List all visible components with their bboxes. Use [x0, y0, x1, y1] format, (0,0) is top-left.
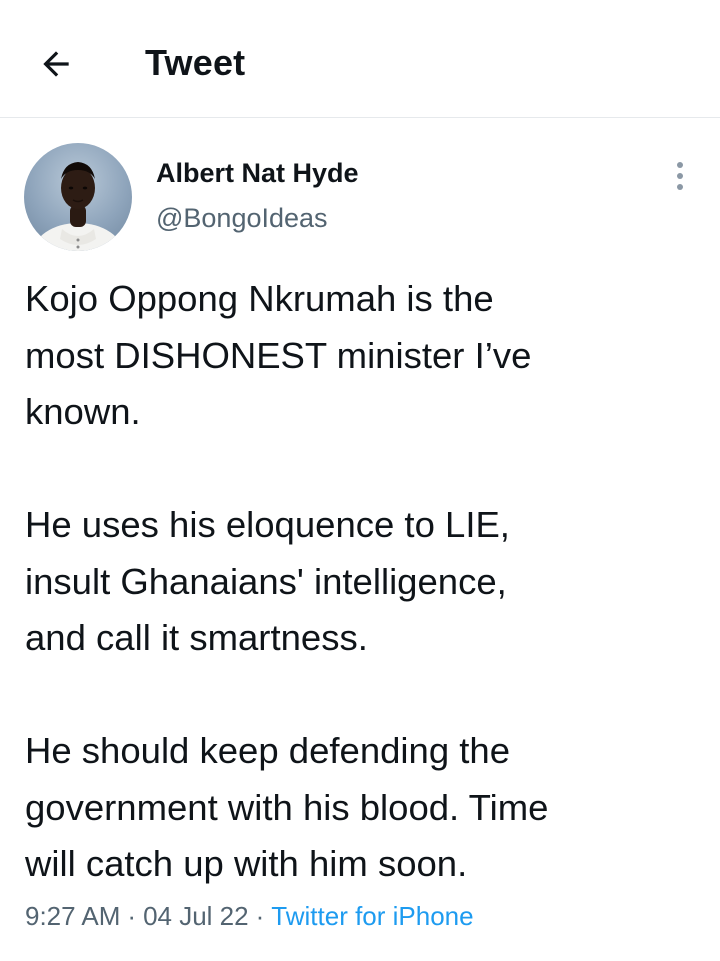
- tweet-date[interactable]: 04 Jul 22: [143, 901, 249, 931]
- page-title: Tweet: [145, 42, 246, 83]
- author-handle[interactable]: @BongoIdeas: [156, 203, 328, 234]
- top-app-bar: Tweet: [0, 0, 720, 118]
- more-options-button[interactable]: [664, 158, 696, 194]
- meta-separator: ·: [127, 901, 137, 931]
- vertical-ellipsis-icon: [677, 184, 683, 190]
- tweet-body: Kojo Oppong Nkrumah is the most DISHONES…: [25, 271, 695, 893]
- tweet-paragraph: He should keep defending the government …: [25, 730, 549, 884]
- tweet-source-link[interactable]: Twitter for iPhone: [271, 901, 473, 931]
- avatar[interactable]: [24, 143, 132, 251]
- vertical-ellipsis-icon: [677, 162, 683, 168]
- meta-separator: ·: [255, 901, 265, 931]
- back-button[interactable]: [28, 36, 84, 92]
- tweet-paragraph: He uses his eloquence to LIE, insult Gha…: [25, 504, 510, 658]
- author-display-name[interactable]: Albert Nat Hyde: [156, 158, 359, 189]
- tweet-metadata: 9:27 AM · 04 Jul 22 · Twitter for iPhone: [25, 901, 474, 932]
- arrow-left-icon: [43, 51, 69, 77]
- tweet-time[interactable]: 9:27 AM: [25, 901, 120, 931]
- tweet-paragraph: Kojo Oppong Nkrumah is the most DISHONES…: [25, 278, 532, 432]
- profile-photo: [32, 162, 124, 251]
- vertical-ellipsis-icon: [677, 173, 683, 179]
